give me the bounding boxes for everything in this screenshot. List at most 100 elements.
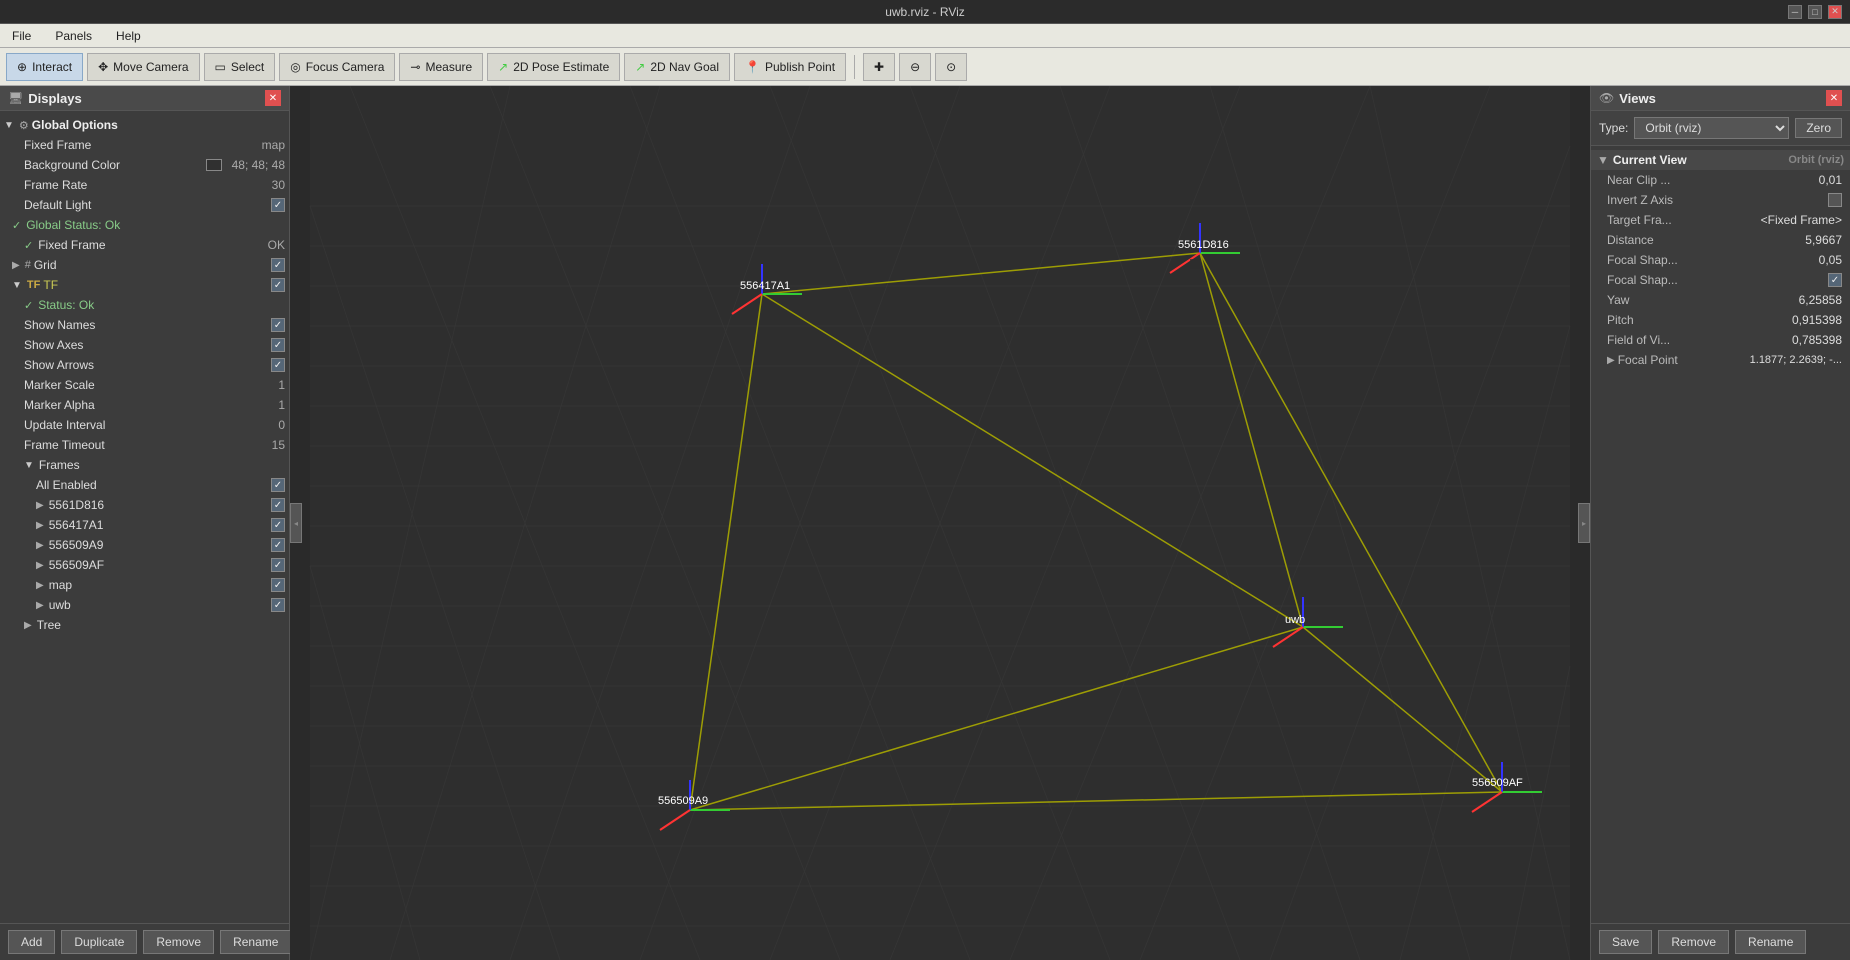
pose-estimate-button[interactable]: ↗ 2D Pose Estimate [487, 53, 620, 81]
fixed-frame-value[interactable]: map [262, 138, 285, 152]
all-enabled-check[interactable]: ✓ [271, 478, 285, 492]
right-resize-handle[interactable]: ▸ [1578, 503, 1590, 543]
close-button[interactable]: ✕ [1828, 5, 1842, 19]
duplicate-button[interactable]: Duplicate [61, 930, 137, 954]
select-button[interactable]: ▭ Select [204, 53, 276, 81]
frame-556509a9-check[interactable]: ✓ [271, 538, 285, 552]
target-frame-value[interactable]: <Fixed Frame> [1761, 213, 1842, 227]
nav-goal-button[interactable]: ↗ 2D Nav Goal [624, 53, 730, 81]
focal-point-value[interactable]: 1.1877; 2.2639; -... [1750, 354, 1842, 366]
interact-button[interactable]: ⊕ Interact [6, 53, 83, 81]
focal-shape2-check[interactable]: ✓ [1828, 273, 1842, 287]
current-view-header[interactable]: ▼ Current View Orbit (rviz) [1591, 150, 1850, 170]
show-axes-check[interactable]: ✓ [271, 338, 285, 352]
grid-item[interactable]: ▶ # Grid ✓ [0, 255, 289, 275]
publish-icon: 📍 [745, 60, 760, 74]
viewport[interactable]: ◂ ▸ [290, 86, 1590, 960]
marker-alpha-label: Marker Alpha [24, 398, 271, 412]
frame-5561d816-check[interactable]: ✓ [271, 498, 285, 512]
frames-header[interactable]: ▼ Frames [0, 455, 289, 475]
move-camera-button[interactable]: ✥ Move Camera [87, 53, 199, 81]
frame-uwb-arrow: ▶ [36, 600, 44, 611]
left-resize-handle[interactable]: ◂ [290, 503, 302, 543]
views-close-button[interactable]: ✕ [1826, 90, 1842, 106]
minimize-button[interactable]: ─ [1788, 5, 1802, 19]
interact-icon: ⊕ [17, 60, 27, 74]
remove-button[interactable]: Remove [143, 930, 214, 954]
frame-timeout-value[interactable]: 15 [272, 438, 285, 452]
marker-alpha-value[interactable]: 1 [278, 398, 285, 412]
extra-btn-2[interactable]: ⊖ [899, 53, 931, 81]
svg-text:556509A9: 556509A9 [658, 795, 708, 807]
near-clip-label: Near Clip ... [1607, 173, 1819, 187]
frame-uwb-check[interactable]: ✓ [271, 598, 285, 612]
invert-z-item: Invert Z Axis [1591, 190, 1850, 210]
focus-camera-label: Focus Camera [306, 60, 385, 74]
background-color-swatch[interactable] [206, 159, 222, 171]
measure-button[interactable]: ⊸ Measure [399, 53, 483, 81]
tf-check[interactable]: ✓ [271, 278, 285, 292]
views-zero-button[interactable]: Zero [1795, 118, 1842, 138]
invert-z-check[interactable] [1828, 193, 1842, 207]
menu-help[interactable]: Help [110, 27, 147, 45]
frame-map-label: map [49, 578, 268, 592]
move-camera-icon: ✥ [98, 60, 108, 74]
views-type-select[interactable]: Orbit (rviz) [1634, 117, 1789, 139]
global-status-ok-icon: ✓ [12, 219, 21, 232]
frame-map-arrow: ▶ [36, 580, 44, 591]
update-interval-item: Update Interval 0 [0, 415, 289, 435]
frame-rate-item: Frame Rate 30 [0, 175, 289, 195]
tf-item[interactable]: ▼ TF TF ✓ [0, 275, 289, 295]
yaw-value[interactable]: 6,25858 [1799, 293, 1842, 307]
frame-556417a1-label: 556417A1 [49, 518, 268, 532]
views-rename-button[interactable]: Rename [1735, 930, 1806, 954]
show-arrows-check[interactable]: ✓ [271, 358, 285, 372]
focus-camera-button[interactable]: ◎ Focus Camera [279, 53, 395, 81]
frames-label: Frames [39, 458, 285, 472]
distance-value[interactable]: 5,9667 [1805, 233, 1842, 247]
grid-check[interactable]: ✓ [271, 258, 285, 272]
frame-map-check[interactable]: ✓ [271, 578, 285, 592]
pitch-value[interactable]: 0,915398 [1792, 313, 1842, 327]
global-options-header[interactable]: ▼ ⚙ Global Options [0, 115, 289, 135]
focus-camera-icon: ◎ [290, 60, 300, 74]
frame-556509af-check[interactable]: ✓ [271, 558, 285, 572]
pose-label: 2D Pose Estimate [513, 60, 609, 74]
update-interval-value[interactable]: 0 [278, 418, 285, 432]
default-light-check[interactable]: ✓ [271, 198, 285, 212]
frame-rate-value[interactable]: 30 [272, 178, 285, 192]
field-of-view-value[interactable]: 0,785398 [1792, 333, 1842, 347]
focal-point-arrow: ▶ [1607, 355, 1615, 366]
pitch-item: Pitch 0,915398 [1591, 310, 1850, 330]
extra-btn-3[interactable]: ⊙ [935, 53, 967, 81]
tf-status-item: ✓ Status: Ok [0, 295, 289, 315]
frame-556417a1-check[interactable]: ✓ [271, 518, 285, 532]
views-remove-button[interactable]: Remove [1658, 930, 1729, 954]
add-button[interactable]: Add [8, 930, 55, 954]
pose-icon: ↗ [498, 60, 508, 74]
restore-button[interactable]: □ [1808, 5, 1822, 19]
rename-button[interactable]: Rename [220, 930, 291, 954]
tree-item[interactable]: ▶ Tree [0, 615, 289, 635]
yaw-label: Yaw [1607, 293, 1799, 307]
displays-close-button[interactable]: ✕ [265, 90, 281, 106]
focal-shape1-label: Focal Shap... [1607, 253, 1819, 267]
marker-scale-value[interactable]: 1 [278, 378, 285, 392]
global-options-icon: ⚙ [19, 119, 29, 132]
views-title: Views [1619, 91, 1656, 106]
menu-file[interactable]: File [6, 27, 37, 45]
views-panel: 👁 Views ✕ Type: Orbit (rviz) Zero ▼ Curr… [1590, 86, 1850, 960]
extra-btn-1[interactable]: ✚ [863, 53, 895, 81]
3d-viewport-canvas[interactable]: 5561D816 556417A1 uwb 556509A [290, 86, 1590, 960]
show-names-check[interactable]: ✓ [271, 318, 285, 332]
focal-shape1-value[interactable]: 0,05 [1819, 253, 1842, 267]
global-options-label: Global Options [32, 118, 285, 132]
views-type-row: Type: Orbit (rviz) Zero [1591, 111, 1850, 146]
publish-label: Publish Point [765, 60, 835, 74]
menu-panels[interactable]: Panels [49, 27, 98, 45]
publish-point-button[interactable]: 📍 Publish Point [734, 53, 846, 81]
frame-556509a9-arrow: ▶ [36, 540, 44, 551]
near-clip-value[interactable]: 0,01 [1819, 173, 1842, 187]
all-enabled-label: All Enabled [36, 478, 268, 492]
views-save-button[interactable]: Save [1599, 930, 1652, 954]
